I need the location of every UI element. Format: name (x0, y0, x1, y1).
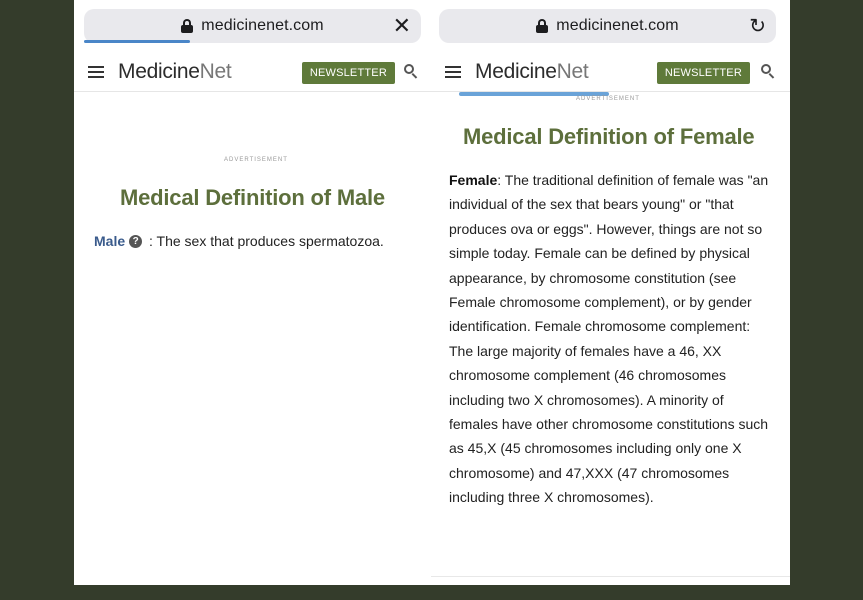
hamburger-menu-icon[interactable] (445, 66, 461, 78)
left-browser-panel: medicinenet.com ✕ MedicineNet NEWSLETTER… (74, 0, 431, 585)
site-logo[interactable]: MedicineNet (118, 60, 232, 84)
site-logo[interactable]: MedicineNet (475, 60, 589, 84)
definition-text: Female: The traditional definition of fe… (449, 168, 775, 510)
logo-thin: Net (199, 60, 232, 83)
advertisement-label: ADVERTISEMENT (224, 157, 288, 163)
address-bar[interactable]: medicinenet.com ↻ (439, 9, 776, 43)
newsletter-button[interactable]: NEWSLETTER (301, 62, 395, 84)
site-header: MedicineNet NEWSLETTER (74, 52, 431, 92)
page-title: Medical Definition of Female (463, 124, 755, 149)
address-bar[interactable]: medicinenet.com ✕ (84, 9, 421, 43)
lock-icon (181, 19, 194, 33)
right-browser-panel: medicinenet.com ↻ MedicineNet NEWSLETTER… (431, 0, 790, 585)
search-icon[interactable] (761, 64, 776, 79)
logo-thin: Net (556, 60, 589, 83)
definition-text: Male? : The sex that produces spermatozo… (94, 233, 384, 250)
search-icon[interactable] (404, 64, 419, 79)
page-title: Medical Definition of Male (120, 185, 385, 210)
newsletter-button[interactable]: NEWSLETTER (656, 62, 750, 84)
reload-icon[interactable]: ↻ (749, 14, 766, 39)
site-header: MedicineNet NEWSLETTER (431, 52, 790, 92)
definition-body: : The sex that produces spermatozoa. (145, 233, 384, 249)
lock-icon (536, 19, 549, 33)
definition-term: Female (449, 172, 498, 188)
advertisement-label: ADVERTISEMENT (576, 96, 640, 102)
help-icon[interactable]: ? (129, 234, 143, 248)
url-text: medicinenet.com (556, 17, 679, 34)
definition-term-link[interactable]: Male (94, 233, 125, 249)
screenshot-frame: medicinenet.com ✕ MedicineNet NEWSLETTER… (74, 0, 790, 585)
divider (431, 576, 790, 577)
logo-bold: Medicine (475, 60, 557, 83)
close-icon[interactable]: ✕ (393, 13, 411, 39)
logo-bold: Medicine (118, 60, 200, 83)
url-text: medicinenet.com (201, 17, 324, 34)
definition-body: : The traditional definition of female w… (449, 172, 769, 506)
hamburger-menu-icon[interactable] (88, 66, 104, 78)
loading-progress-bar (84, 40, 190, 43)
